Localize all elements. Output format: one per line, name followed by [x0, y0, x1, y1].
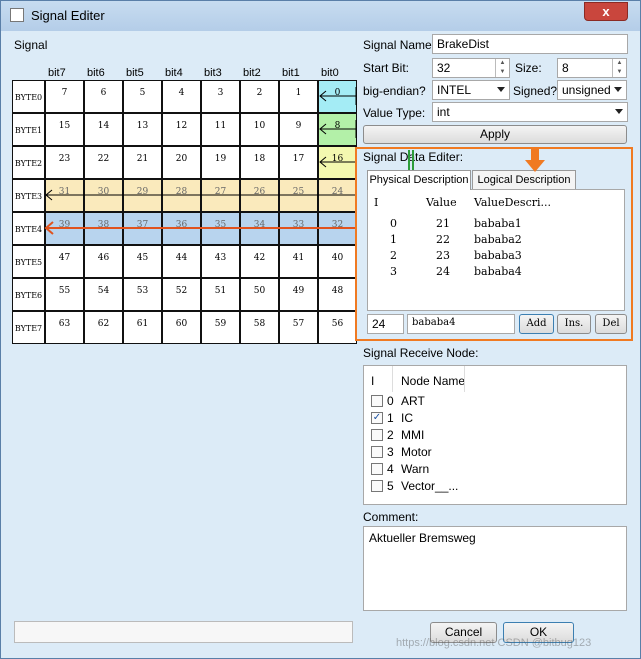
- byte2-arrow: [319, 153, 357, 171]
- tab-physical-description[interactable]: Physical Description: [367, 170, 471, 190]
- byte4-arrow: [44, 218, 357, 238]
- byte3-arrow: [45, 186, 357, 204]
- annotation-overlay: [44, 87, 633, 341]
- byte0-arrow: [319, 87, 357, 105]
- byte1-arrow: [319, 120, 357, 138]
- orange-arrow-marker: [525, 149, 545, 172]
